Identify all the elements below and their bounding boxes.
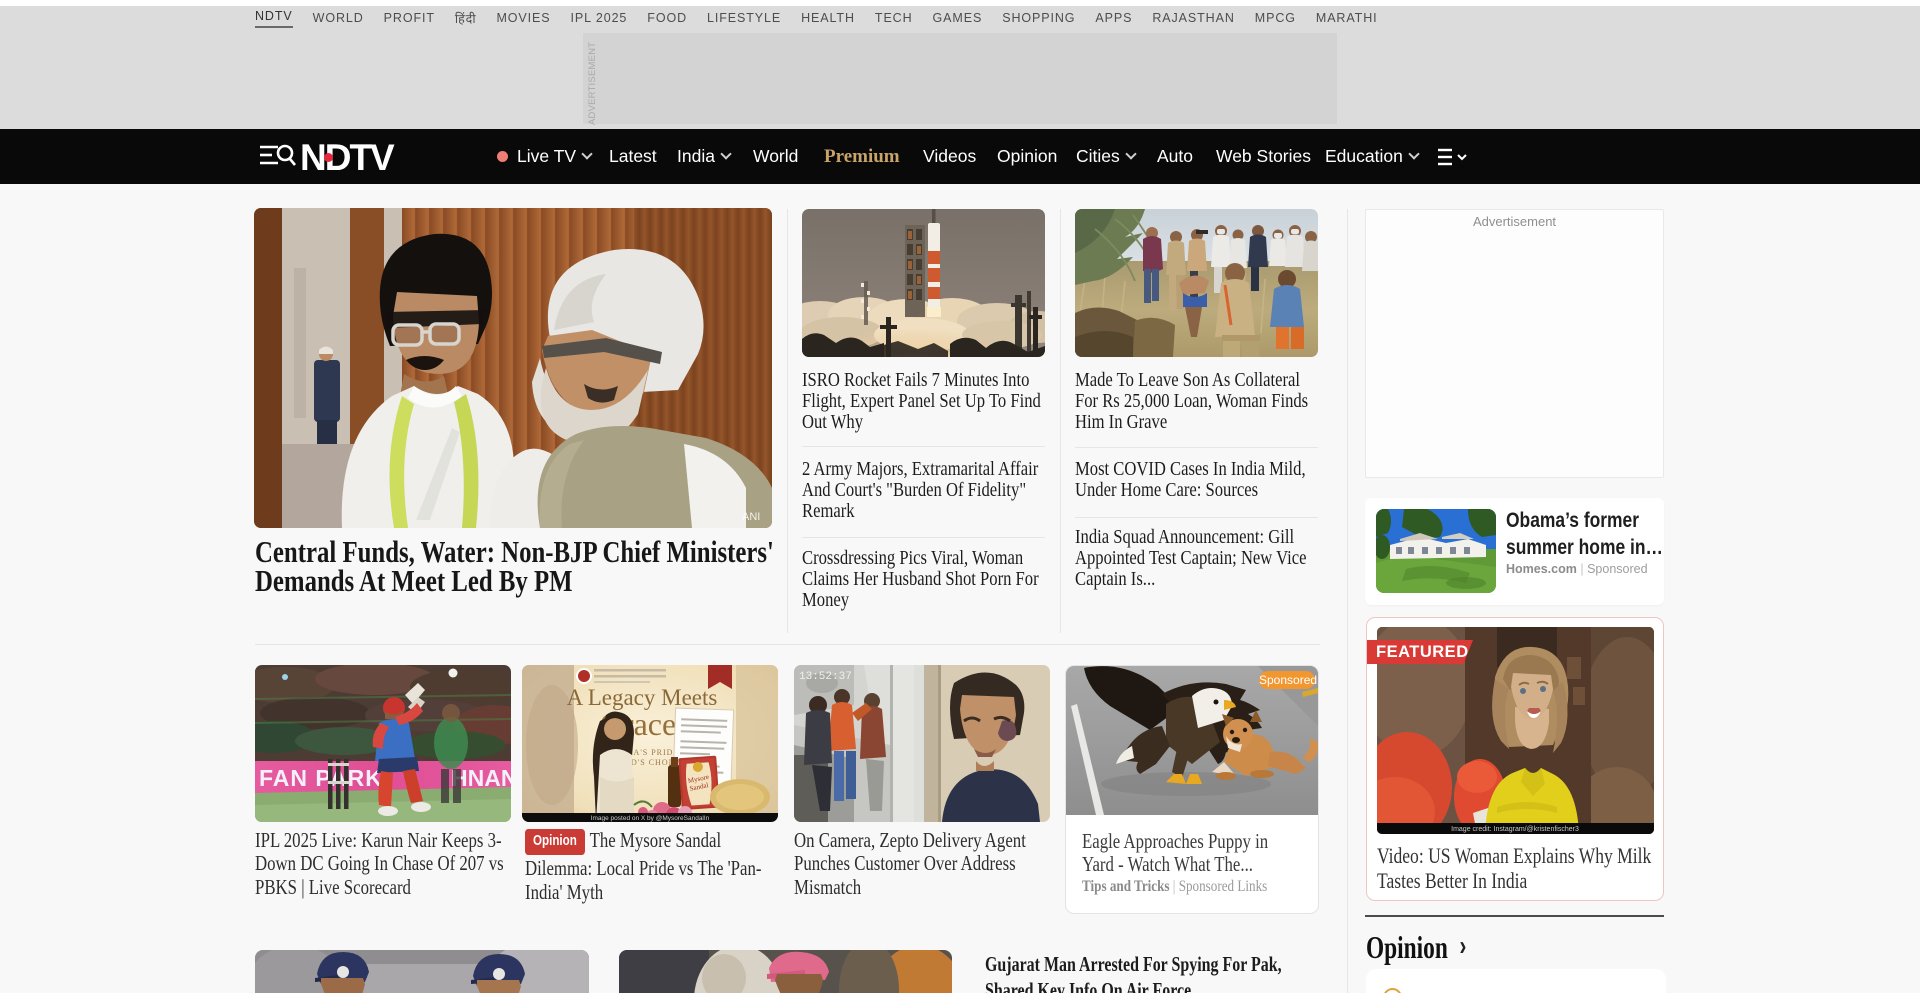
svg-text:ANI: ANI — [742, 511, 760, 523]
svg-text:Image posted on X by @MysoreSa: Image posted on X by @MysoreSandalIn — [591, 815, 710, 822]
svg-text:FAN PARK: FAN PARK — [259, 765, 383, 791]
svg-text:Image credit: Instagram/@krist: Image credit: Instagram/@kristenfischer3 — [1451, 826, 1579, 833]
svg-text:13:52:37: 13:52:37 — [799, 671, 852, 683]
svg-text:NDTV: NDTV — [301, 138, 395, 174]
